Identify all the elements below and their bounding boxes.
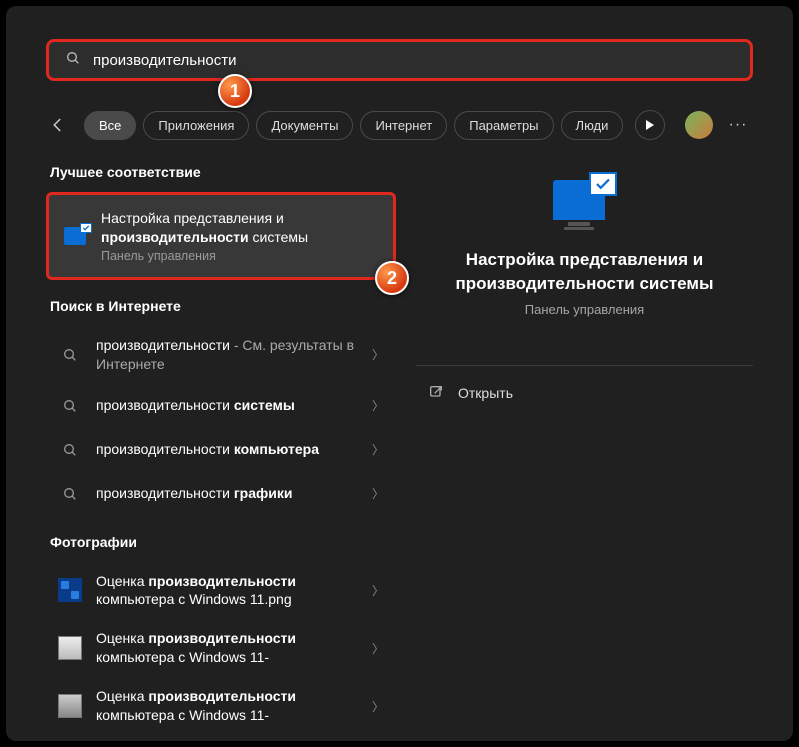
photo-result-2[interactable]: Оценка производительности компьютера с W… [46, 677, 396, 731]
best-result-sub: Панель управления [101, 249, 379, 263]
more-options-button[interactable]: ··· [723, 110, 753, 140]
filter-people[interactable]: Люди [561, 111, 624, 140]
chevron-right-icon: 〉 [372, 441, 384, 458]
image-thumb-icon [58, 694, 82, 718]
search-icon [58, 394, 82, 418]
search-panel: Все Приложения Документы Интернет Параме… [6, 6, 793, 741]
filter-docs[interactable]: Документы [256, 111, 353, 140]
photo-result-0[interactable]: Оценка производительности компьютера с W… [46, 562, 396, 620]
search-icon [65, 50, 81, 71]
photo-result-1[interactable]: Оценка производительности компьютера с W… [46, 619, 396, 677]
image-thumb-icon [58, 578, 82, 602]
filter-all[interactable]: Все [84, 111, 136, 140]
filter-row: Все Приложения Документы Интернет Параме… [46, 105, 753, 145]
web-result-1[interactable]: производительности системы 〉 [46, 384, 396, 428]
system-performance-icon [553, 172, 617, 230]
detail-subtitle: Панель управления [426, 302, 743, 317]
web-result-3[interactable]: производительности графики 〉 [46, 472, 396, 516]
detail-card: Настройка представления и производительн… [416, 154, 753, 345]
search-icon [58, 482, 82, 506]
section-photos: Фотографии Оценка производительности ком… [46, 524, 396, 731]
chevron-right-icon: 〉 [372, 397, 384, 414]
scroll-filters-button[interactable] [635, 110, 665, 140]
open-icon [428, 384, 444, 403]
open-action[interactable]: Открыть [416, 370, 753, 417]
filter-settings[interactable]: Параметры [454, 111, 553, 140]
chevron-right-icon: 〉 [372, 485, 384, 502]
detail-title: Настройка представления и производительн… [426, 248, 743, 296]
chevron-right-icon: 〉 [372, 698, 384, 715]
section-web: Поиск в Интернете производительности - С… [46, 288, 396, 516]
chevron-right-icon: 〉 [372, 582, 384, 599]
chevron-right-icon: 〉 [372, 640, 384, 657]
search-input[interactable] [93, 52, 734, 69]
web-result-body: производительности - См. результаты в Ин… [96, 336, 358, 374]
filter-pills: Все Приложения Документы Интернет Параме… [84, 111, 625, 140]
chevron-right-icon: 〉 [372, 346, 384, 363]
system-performance-icon [63, 224, 87, 248]
search-box[interactable] [46, 39, 753, 81]
best-result-body: Настройка представления и производительн… [101, 209, 379, 263]
divider [416, 365, 753, 366]
web-result-0[interactable]: производительности - См. результаты в Ин… [46, 326, 396, 384]
user-avatar[interactable] [685, 111, 713, 139]
web-result-2[interactable]: производительности компьютера 〉 [46, 428, 396, 472]
search-icon [58, 343, 82, 367]
detail-column: Настройка представления и производительн… [416, 154, 753, 731]
content-area: Лучшее соответствие Настройка представле… [46, 154, 753, 731]
image-thumb-icon [58, 636, 82, 660]
results-column: Лучшее соответствие Настройка представле… [46, 154, 396, 731]
search-container [46, 39, 753, 81]
search-icon [58, 438, 82, 462]
section-header-web: Поиск в Интернете [46, 288, 396, 326]
best-result[interactable]: Настройка представления и производительн… [46, 192, 396, 280]
open-label: Открыть [458, 385, 513, 401]
annotation-1: 1 [218, 74, 252, 108]
filter-apps[interactable]: Приложения [143, 111, 249, 140]
section-header-best: Лучшее соответствие [46, 154, 396, 192]
back-button[interactable] [46, 113, 70, 137]
annotation-2: 2 [375, 261, 409, 295]
filter-web[interactable]: Интернет [360, 111, 447, 140]
section-header-photos: Фотографии [46, 524, 396, 562]
best-result-title: Настройка представления и производительн… [101, 209, 379, 247]
section-best-match: Лучшее соответствие Настройка представле… [46, 154, 396, 280]
